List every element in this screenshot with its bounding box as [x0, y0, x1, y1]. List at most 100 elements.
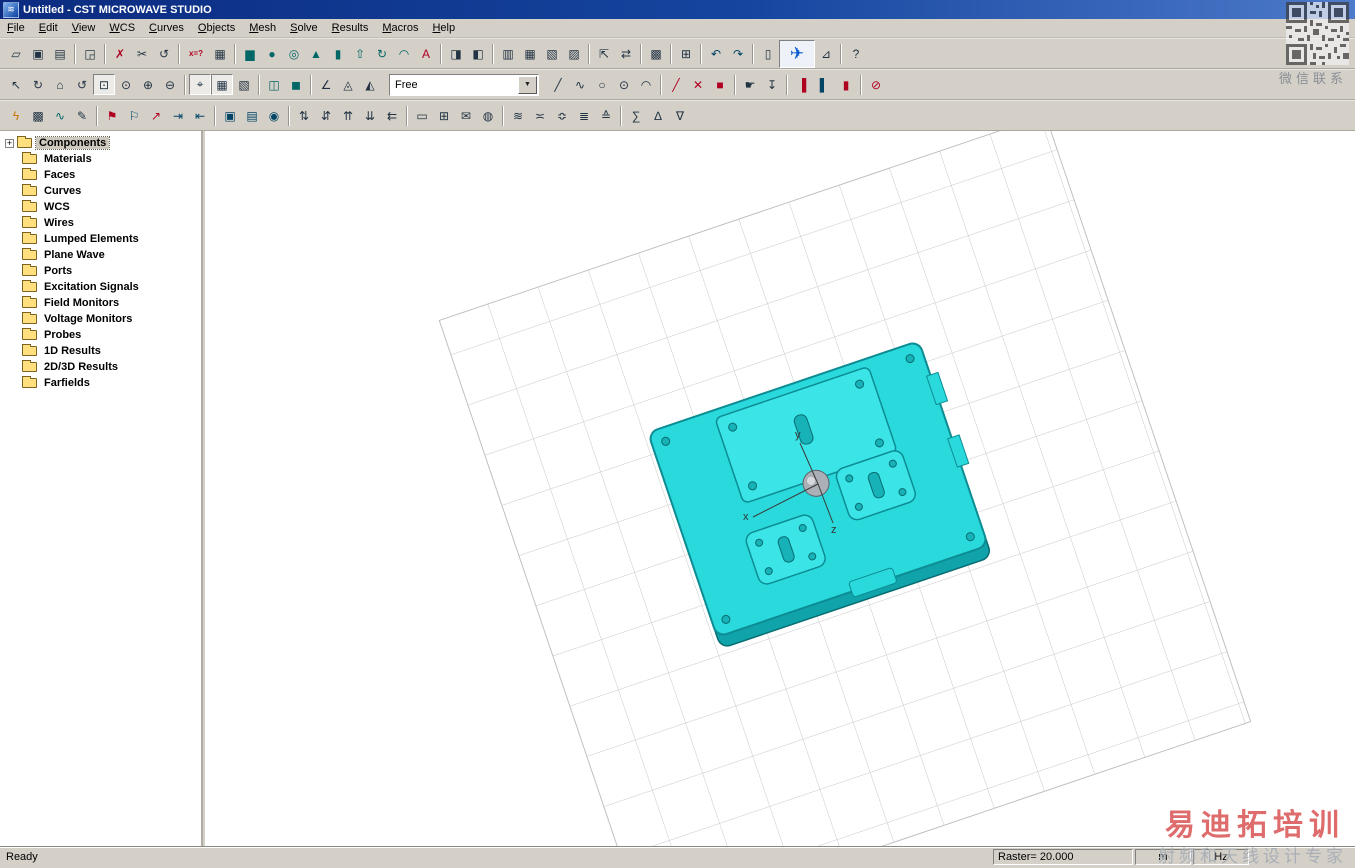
monitor-z-button[interactable]: ≎ — [551, 105, 573, 126]
tree-item-label[interactable]: Field Monitors — [41, 297, 122, 309]
tree-item-lumped-elements[interactable]: Lumped Elements — [0, 231, 201, 247]
workplane-toggle-button[interactable]: ▧ — [233, 74, 255, 95]
tree-item-plane-wave[interactable]: Plane Wave — [0, 247, 201, 263]
menu-edit[interactable]: Edit — [32, 21, 65, 35]
red-flag-button[interactable]: ⚑ — [101, 105, 123, 126]
boundary-x-button[interactable]: ▐ — [791, 74, 813, 95]
expand-plus-icon[interactable]: + — [5, 139, 14, 148]
monitor-pause-button[interactable]: ≙ — [595, 105, 617, 126]
boolean-subtract-button[interactable]: ◧ — [467, 43, 489, 64]
result-sum-button[interactable]: ∑ — [625, 105, 647, 126]
result-delta-button[interactable]: ∆ — [647, 105, 669, 126]
mirror-button[interactable]: ⇄ — [615, 43, 637, 64]
line-tool-button[interactable]: ╱ — [547, 74, 569, 95]
mesh-view-button[interactable]: ▥ — [497, 43, 519, 64]
tree-item-curves[interactable]: Curves — [0, 183, 201, 199]
menu-help[interactable]: Help — [425, 21, 462, 35]
zoom-dynamic-button[interactable]: ⊙ — [115, 74, 137, 95]
undo-history-button[interactable]: ↺ — [153, 43, 175, 64]
rotate-view-button[interactable]: ↻ — [27, 74, 49, 95]
cylinder-tool-button[interactable]: ▮ — [327, 43, 349, 64]
rotate-tool-button[interactable]: ↻ — [371, 43, 393, 64]
monitor-screen-button[interactable]: ▣ — [219, 105, 241, 126]
menu-wcs[interactable]: WCS — [102, 21, 142, 35]
text-tool-button[interactable]: A — [415, 43, 437, 64]
tree-item-label[interactable]: Curves — [41, 185, 84, 197]
transform-button[interactable]: ⇱ — [593, 43, 615, 64]
extrude-tool-button[interactable]: ⇧ — [349, 43, 371, 64]
redo-button[interactable]: ↷ — [727, 43, 749, 64]
tree-item-label[interactable]: 2D/3D Results — [41, 361, 121, 373]
polyline-tool-button[interactable]: ∿ — [569, 74, 591, 95]
macro-step-button[interactable]: ⊿ — [815, 43, 837, 64]
tree-item-label[interactable]: Plane Wave — [41, 249, 108, 261]
mesh-properties-button[interactable]: ▦ — [519, 43, 541, 64]
mesh-all-button[interactable]: ⇊ — [359, 105, 381, 126]
waveguide-port-button[interactable]: ⇥ — [167, 105, 189, 126]
arc-tool-button[interactable]: ◠ — [635, 74, 657, 95]
menu-objects[interactable]: Objects — [191, 21, 242, 35]
new-project-button[interactable]: ▱ — [5, 43, 27, 64]
tree-item-voltage-monitors[interactable]: Voltage Monitors — [0, 311, 201, 327]
pan-hand-button[interactable]: ☛ — [739, 74, 761, 95]
tree-item-label[interactable]: Ports — [41, 265, 75, 277]
tree-item-label[interactable]: Excitation Signals — [41, 281, 142, 293]
tree-item-label[interactable]: 1D Results — [41, 345, 104, 357]
menu-results[interactable]: Results — [325, 21, 376, 35]
mesh-x-button[interactable]: ⇅ — [293, 105, 315, 126]
undo-button[interactable]: ↶ — [705, 43, 727, 64]
tree-item-label[interactable]: Farfields — [41, 377, 93, 389]
zoom-in-button[interactable]: ⊕ — [137, 74, 159, 95]
field-probe-button[interactable]: ↗ — [145, 105, 167, 126]
pan-view-button[interactable]: ⌂ — [49, 74, 71, 95]
monitor-y-button[interactable]: ≍ — [529, 105, 551, 126]
menu-solve[interactable]: Solve — [283, 21, 325, 35]
tree-item-wires[interactable]: Wires — [0, 215, 201, 231]
tree-item-faces[interactable]: Faces — [0, 167, 201, 183]
tree-item-label[interactable]: Voltage Monitors — [41, 313, 135, 325]
chevron-down-icon[interactable]: ▼ — [518, 76, 537, 94]
pick-center-button[interactable]: ↧ — [761, 74, 783, 95]
voltage-source-button[interactable]: ϟ — [5, 105, 27, 126]
copy-image-button[interactable]: ◲ — [79, 43, 101, 64]
monitor-run-button[interactable]: ≣ — [573, 105, 595, 126]
menu-file[interactable]: File — [0, 21, 32, 35]
delete-button[interactable]: ✗ — [109, 43, 131, 64]
tree-item-1d-results[interactable]: 1D Results — [0, 343, 201, 359]
farfield-plot-button[interactable]: ◉ — [263, 105, 285, 126]
tree-item-components[interactable]: + Components — [0, 135, 201, 151]
template-button[interactable]: ⊞ — [433, 105, 455, 126]
monitor-x-button[interactable]: ≋ — [507, 105, 529, 126]
tree-item-label[interactable]: Components — [36, 137, 109, 149]
material-checker-button[interactable]: ▩ — [27, 105, 49, 126]
grid-toggle-button[interactable]: ▦ — [211, 74, 233, 95]
tree-item-excitation-signals[interactable]: Excitation Signals — [0, 279, 201, 295]
tree-item-label[interactable]: Faces — [41, 169, 78, 181]
tree-item-2d3d-results[interactable]: 2D/3D Results — [0, 359, 201, 375]
mesh-z-button[interactable]: ⇈ — [337, 105, 359, 126]
mesh-y-button[interactable]: ⇵ — [315, 105, 337, 126]
tree-item-materials[interactable]: Materials — [0, 151, 201, 167]
probe-edit-button[interactable]: ✎ — [71, 105, 93, 126]
history-list-button[interactable]: ▦ — [209, 43, 231, 64]
signal-curve-button[interactable]: ∿ — [49, 105, 71, 126]
axes-toggle-button[interactable]: ⌖ — [189, 74, 211, 95]
loft-tool-button[interactable]: ◠ — [393, 43, 415, 64]
cst-logo-button[interactable]: ✈ — [779, 40, 815, 68]
calculator-button[interactable]: ⊞ — [675, 43, 697, 64]
menu-view[interactable]: View — [65, 21, 103, 35]
result-grad-button[interactable]: ∇ — [669, 105, 691, 126]
wcs-move-button[interactable]: ◭ — [359, 74, 381, 95]
tree-item-farfields[interactable]: Farfields — [0, 375, 201, 391]
tree-item-ports[interactable]: Ports — [0, 263, 201, 279]
circle-center-tool-button[interactable]: ⊙ — [613, 74, 635, 95]
tree-item-wcs[interactable]: WCS — [0, 199, 201, 215]
zoom-window-button[interactable]: ⊡ — [93, 74, 115, 95]
tree-item-label[interactable]: Probes — [41, 329, 84, 341]
spin-view-button[interactable]: ↺ — [71, 74, 93, 95]
pick-point-button[interactable]: ✕ — [687, 74, 709, 95]
curve-mode-combobox[interactable]: Free ▼ — [389, 74, 539, 96]
cone-tool-button[interactable]: ▲ — [305, 43, 327, 64]
brick-tool-button[interactable]: ▆ — [239, 43, 261, 64]
menu-macros[interactable]: Macros — [375, 21, 425, 35]
